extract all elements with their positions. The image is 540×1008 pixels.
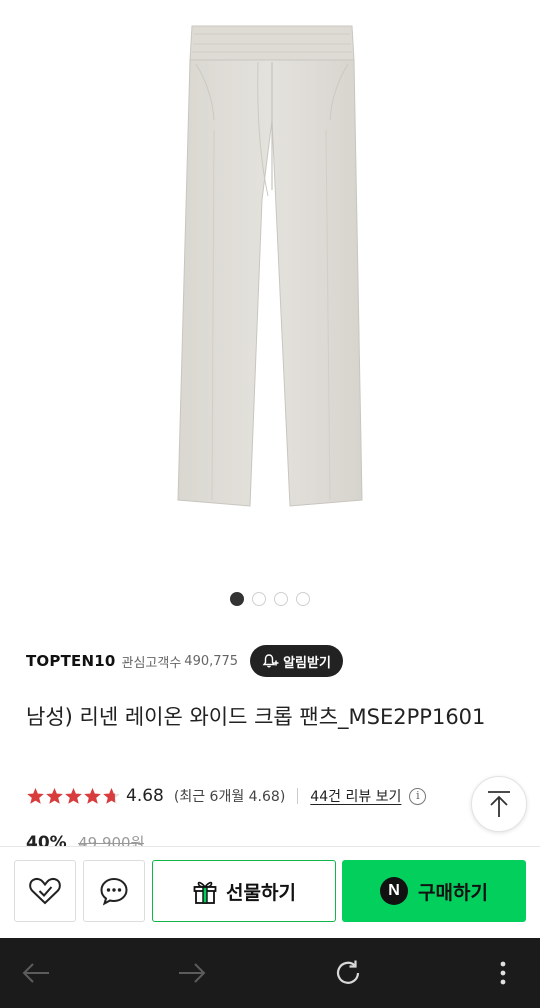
forward-button[interactable]: [174, 955, 210, 991]
info-icon[interactable]: i: [409, 787, 427, 805]
divider: [297, 788, 299, 804]
fans-count: 490,775: [184, 653, 239, 669]
brand-name[interactable]: TOPTEN10: [26, 652, 115, 670]
pager-dot[interactable]: [296, 592, 310, 606]
alarm-label: 알림받기: [283, 655, 331, 671]
scroll-top-button[interactable]: [471, 776, 527, 832]
brand-row: TOPTEN10 관심고객수 490,775 알림받기: [26, 645, 343, 677]
pants-image: [177, 25, 363, 507]
arrow-up-to-top-icon: [488, 791, 510, 817]
buy-button[interactable]: N 구매하기: [342, 860, 526, 922]
more-vertical-icon: [500, 961, 506, 985]
pager-dot[interactable]: [252, 592, 266, 606]
bell-plus-icon: [262, 654, 279, 668]
star-rating: [26, 787, 121, 805]
star-icon: [46, 788, 63, 804]
gift-button[interactable]: 선물하기: [152, 860, 336, 922]
image-pager: [0, 592, 540, 606]
rating-row: 4.68 (최근 6개월 4.68) 44건 리뷰 보기 i: [26, 782, 427, 810]
alarm-button[interactable]: 알림받기: [250, 645, 343, 677]
reload-icon: [336, 960, 360, 984]
more-menu-button[interactable]: [485, 955, 521, 991]
product-image[interactable]: [0, 0, 540, 580]
star-icon: [27, 788, 44, 804]
naver-pay-icon: N: [380, 877, 409, 905]
zzim-button[interactable]: [14, 860, 76, 922]
pager-dot[interactable]: [230, 592, 244, 606]
pager-dot[interactable]: [274, 592, 288, 606]
fans-label: 관심고객수: [121, 655, 182, 671]
arrow-left-icon: [22, 963, 49, 983]
star-icon: [84, 788, 101, 804]
product-title: 남성) 리넨 레이온 와이드 크롭 팬츠_MSE2PP1601: [26, 705, 486, 729]
browser-nav-bar: [0, 938, 540, 1008]
chat-bubble-icon: [100, 877, 128, 906]
arrow-right-icon: [179, 963, 206, 983]
heart-check-icon: [29, 877, 61, 905]
bottom-action-bar: 선물하기 N 구매하기: [0, 846, 540, 938]
rating-value: 4.68: [126, 786, 164, 806]
reload-button[interactable]: [330, 955, 366, 991]
recent-rating: (최근 6개월 4.68): [173, 789, 286, 805]
star-icon: [65, 788, 82, 804]
gift-label: 선물하기: [226, 881, 296, 904]
review-link[interactable]: 44건 리뷰 보기: [310, 786, 401, 806]
star-icon: [103, 788, 120, 804]
gift-icon: [193, 881, 217, 904]
buy-label: 구매하기: [418, 881, 488, 904]
talk-button[interactable]: [83, 860, 145, 922]
back-button[interactable]: [18, 955, 54, 991]
